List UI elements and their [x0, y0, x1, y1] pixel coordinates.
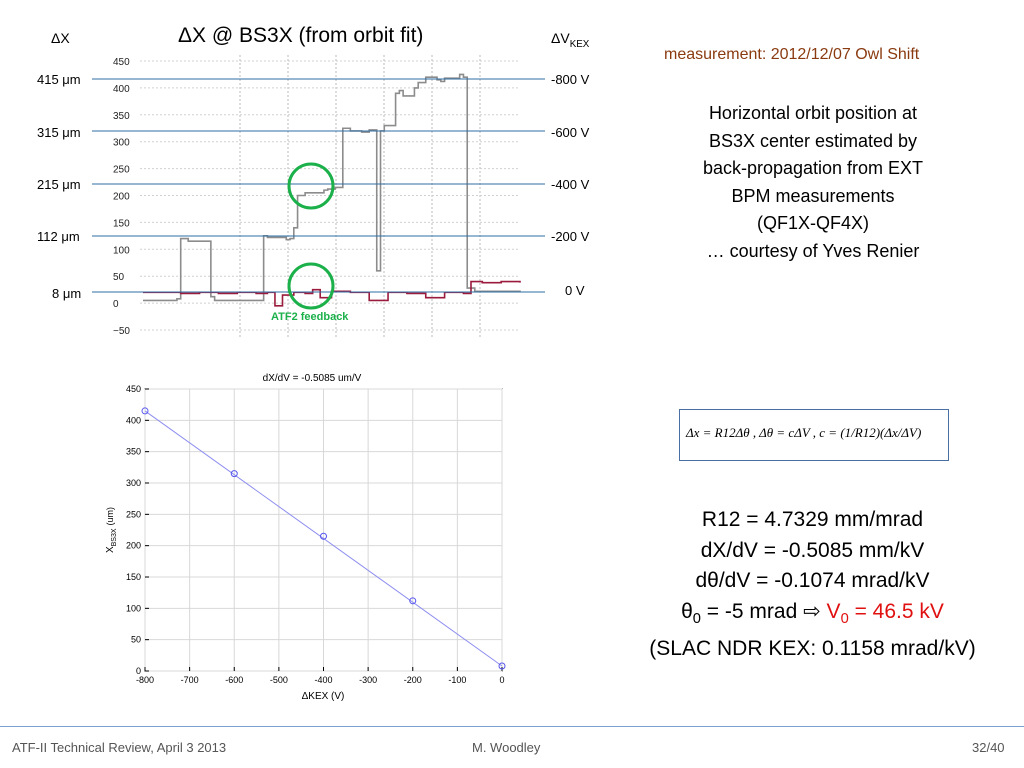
- result-slac: (SLAC NDR KEX: 0.1158 mrad/kV): [649, 637, 976, 661]
- footer-page: 32/40: [972, 740, 1005, 755]
- atf2-feedback-label: ATF2 feedback: [271, 311, 349, 323]
- x-tick-label: -700: [181, 675, 199, 685]
- v0-symbol: V: [826, 599, 841, 623]
- bottom-chart-title: dX/dV = -0.5085 um/V: [263, 373, 362, 384]
- y-tick-label: 50: [131, 635, 141, 645]
- equation-text: Δx = R12Δθ , Δθ = cΔV , c = (1/R12)(Δx/Δ…: [686, 425, 922, 440]
- y-tick-label: 100: [126, 603, 141, 613]
- description-line: Horizontal orbit position at: [708, 103, 918, 123]
- ylabel-unit: (um): [105, 507, 115, 526]
- arrow-icon: ⇨: [803, 599, 821, 623]
- x-tick-label: -800: [136, 675, 154, 685]
- highlight-circle-lower: [287, 262, 335, 310]
- y-tick-label: 150: [126, 572, 141, 582]
- x-tick-label: -500: [270, 675, 288, 685]
- highlight-circle-upper: [287, 162, 335, 210]
- v0-value: = 46.5 kV: [848, 599, 944, 623]
- x-tick-label: -400: [314, 675, 332, 685]
- ytick-label: 400: [113, 84, 130, 95]
- x-tick-label: -100: [448, 675, 466, 685]
- measurement-label: measurement: 2012/12/07 Owl Shift: [664, 46, 920, 63]
- theta-sub: 0: [692, 610, 701, 627]
- y-tick-label: 200: [126, 541, 141, 551]
- result-dxdv: dX/dV = -0.5085 mm/kV: [700, 538, 925, 562]
- x-tick-label: -300: [359, 675, 377, 685]
- ytick-label: −50: [113, 326, 130, 337]
- description-line: (QF1X-QF4X): [756, 213, 869, 233]
- y-tick-label: 350: [126, 447, 141, 457]
- y-tick-label: 400: [126, 415, 141, 425]
- top-chart-reference-lines: [92, 78, 545, 293]
- bottom-chart-xlabel: ΔKEX (V): [302, 691, 345, 702]
- y-tick-label: 450: [126, 384, 141, 394]
- result-dthdv: dθ/dV = -0.1074 mrad/kV: [695, 569, 930, 592]
- footer-left: ATF-II Technical Review, April 3 2013: [12, 740, 227, 755]
- x-tick-label: 0: [499, 675, 504, 685]
- description-line: BS3X center estimated by: [708, 130, 918, 151]
- y-tick-label: 0: [136, 666, 141, 676]
- ytick-label: 450: [113, 57, 130, 68]
- description-line: BPM measurements: [731, 185, 895, 206]
- footer-center: M. Woodley: [472, 740, 541, 755]
- description-block: Horizontal orbit position at BS3X center…: [660, 100, 966, 265]
- results-block: R12 = 4.7329 mm/mrad dX/dV = -0.5085 mm/…: [620, 505, 1005, 665]
- bottom-fit-chart: dX/dV = -0.5085 um/V -800 -700 -600 -500 -40…: [105, 373, 506, 702]
- svg-text:XBS3X(um): XBS3X(um): [105, 507, 118, 553]
- result-theta-v0: θ0 = -5 mrad ⇨ V0 = 46.5 kV: [620, 597, 1005, 635]
- x-tick-label: -600: [225, 675, 243, 685]
- ytick-label: 50: [113, 272, 125, 283]
- equation-box: Δx = R12Δθ , Δθ = cΔV , c = (1/R12)(Δx/Δ…: [679, 409, 949, 461]
- ytick-label: 150: [113, 218, 130, 229]
- v0-sub: 0: [840, 610, 849, 627]
- ylabel-sub: BS3X: [111, 528, 118, 546]
- y-tick-label: 300: [126, 478, 141, 488]
- ytick-label: 250: [113, 165, 130, 176]
- description-line: … courtesy of Yves Renier: [706, 240, 920, 261]
- y-tick-label: 250: [126, 509, 141, 519]
- top-chart-yticks: 450 400 350 300 250 200 150 100 50 0 −50: [113, 57, 130, 337]
- ytick-label: 300: [113, 138, 130, 149]
- bottom-chart-ylabel: XBS3X(um): [105, 507, 118, 553]
- theta-value: = -5 mrad: [700, 599, 804, 623]
- top-orbit-chart: 450 400 350 300 250 200 150 100 50 0 −50: [92, 55, 545, 338]
- ytick-label: 200: [113, 192, 130, 203]
- result-r12: R12 = 4.7329 mm/mrad: [701, 508, 924, 531]
- ytick-label: 0: [113, 299, 119, 310]
- ytick-label: 100: [113, 245, 130, 256]
- ytick-label: 350: [113, 111, 130, 122]
- x-tick-label: -200: [404, 675, 422, 685]
- description-line: back-propagation from EXT: [702, 158, 924, 178]
- footer-divider: [0, 726, 1024, 727]
- theta-symbol: θ: [681, 599, 693, 623]
